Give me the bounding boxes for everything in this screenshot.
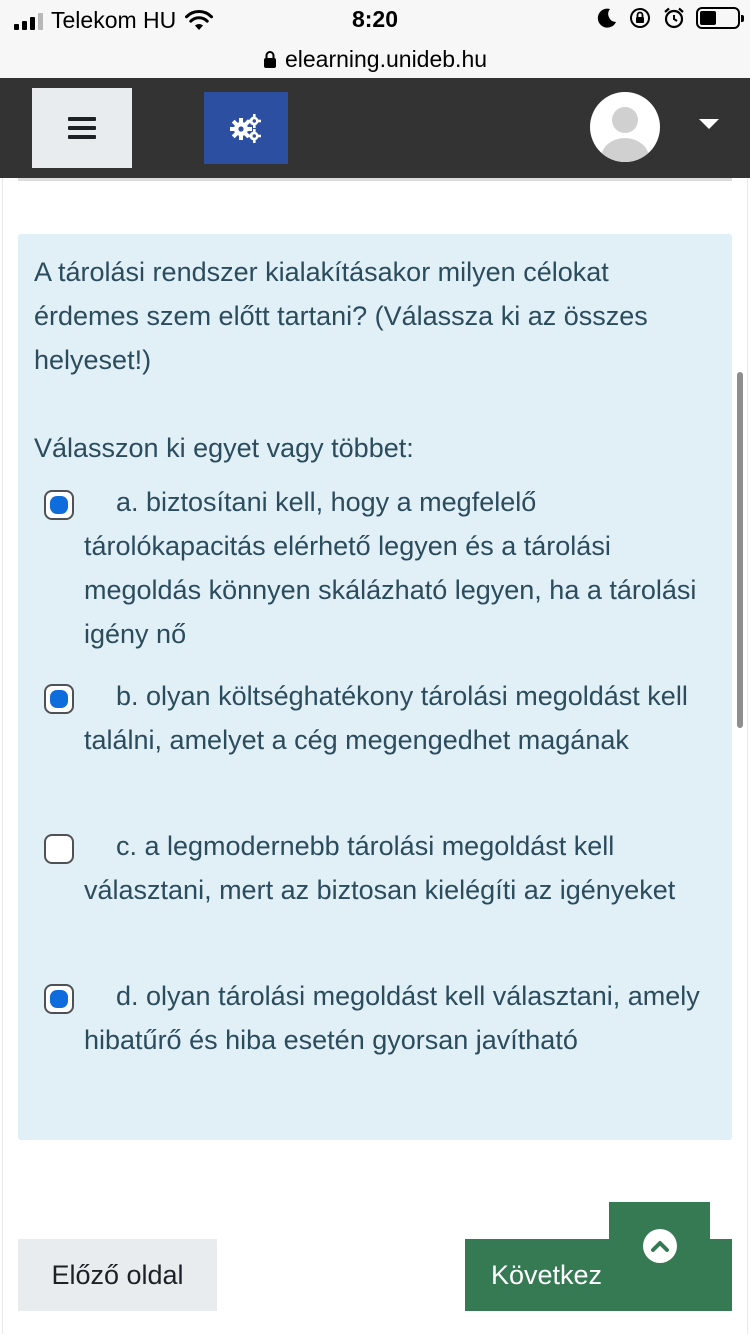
question-text: A tárolási rendszer kialakításakor milye… <box>34 257 648 375</box>
answer-label[interactable]: c. a legmodernebb tárolási megoldást kel… <box>84 824 724 912</box>
answer-prompt: Válasszon ki egyet vagy többet: <box>34 433 414 463</box>
checkbox-unchecked[interactable] <box>44 834 74 864</box>
checkbox-checked[interactable] <box>44 490 74 520</box>
back-to-top-button[interactable] <box>609 1202 710 1290</box>
divider <box>18 178 732 181</box>
previous-page-button[interactable]: Előző oldal <box>18 1239 217 1311</box>
user-avatar[interactable] <box>590 92 660 162</box>
answer-label[interactable]: d. olyan tárolási megoldást kell választ… <box>84 974 724 1062</box>
ios-status-bar: Telekom HU 8:20 <box>0 0 750 40</box>
top-navbar <box>0 78 750 178</box>
rotation-lock-icon <box>630 8 650 28</box>
caret-down-icon[interactable] <box>699 119 719 129</box>
alarm-icon <box>664 7 684 29</box>
checkbox-checked[interactable] <box>44 984 74 1014</box>
question-box: A tárolási rendszer kialakításakor milye… <box>18 234 732 1140</box>
scrollbar[interactable] <box>737 372 743 728</box>
status-icons <box>596 6 744 30</box>
moon-icon <box>597 8 616 28</box>
user-avatar-icon <box>601 107 649 162</box>
hamburger-icon <box>68 117 96 121</box>
url-text: elearning.unideb.hu <box>284 45 488 72</box>
chevron-up-icon <box>642 1229 677 1263</box>
checkbox-checked[interactable] <box>44 684 74 714</box>
answer-label[interactable]: a. biztosítani kell, hogy a megfelelő tá… <box>84 480 724 656</box>
lock-icon <box>263 51 276 68</box>
answer-label[interactable]: b. olyan költséghatékony tárolási megold… <box>84 674 724 762</box>
address-bar[interactable]: elearning.unideb.hu <box>0 40 750 78</box>
gears-icon <box>230 114 261 143</box>
settings-button[interactable] <box>204 92 288 164</box>
menu-button[interactable] <box>32 88 132 168</box>
battery-icon <box>696 7 744 29</box>
